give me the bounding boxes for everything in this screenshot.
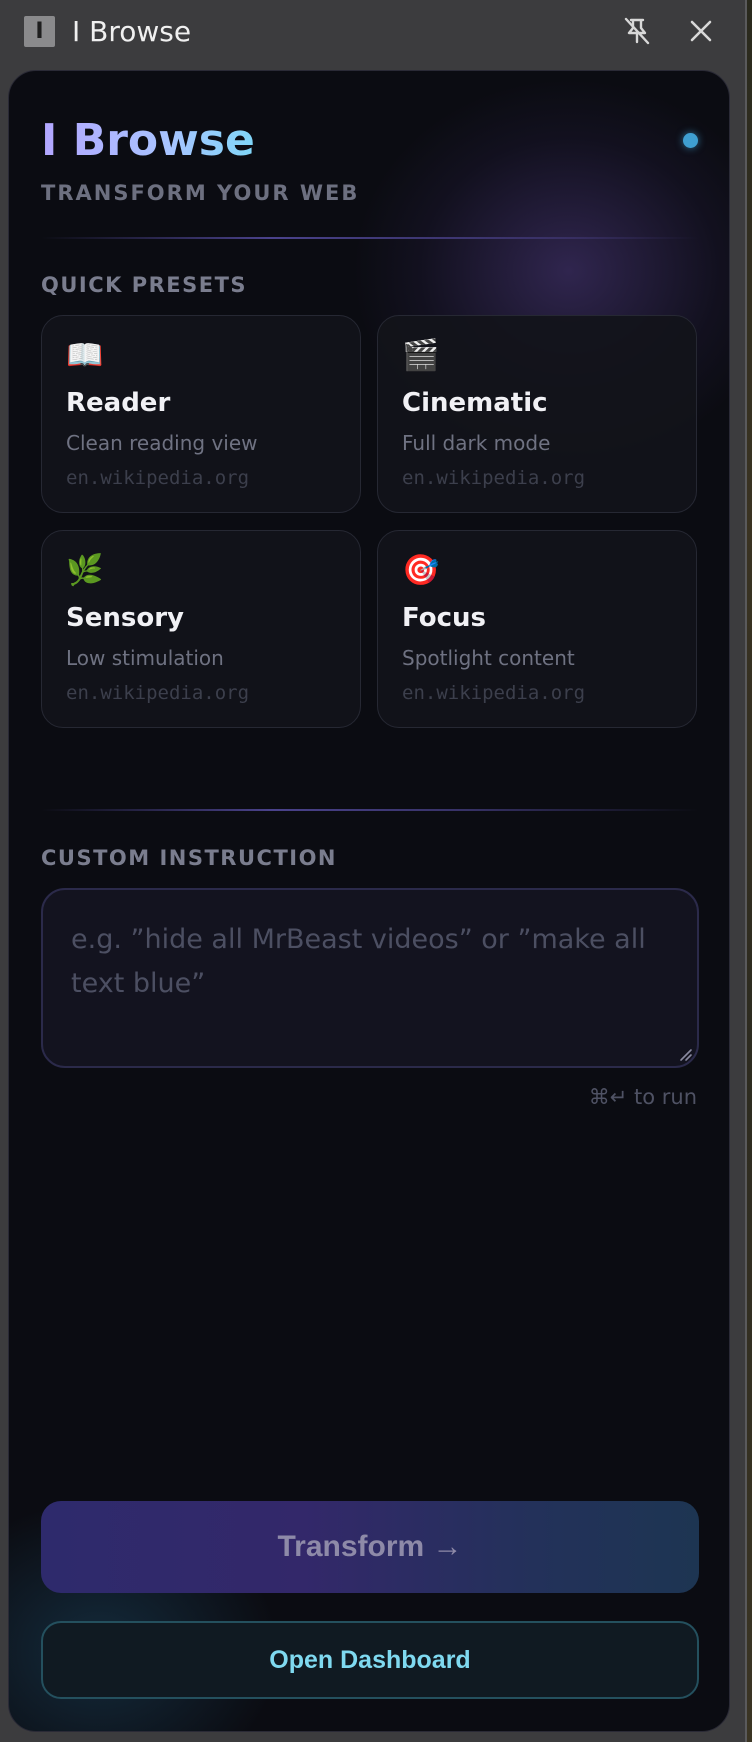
preset-host: en.wikipedia.org bbox=[402, 467, 586, 489]
preset-description: Spotlight content bbox=[402, 646, 575, 670]
preset-title: Sensory bbox=[66, 603, 184, 633]
preset-host: en.wikipedia.org bbox=[66, 467, 250, 489]
close-button[interactable] bbox=[684, 14, 718, 48]
app-window: I I Browse I Browse TRANSFORM YOUR WEB Q… bbox=[0, 0, 745, 1742]
extension-panel: I Browse TRANSFORM YOUR WEB QUICK PRESET… bbox=[8, 70, 730, 1732]
preset-host: en.wikipedia.org bbox=[66, 682, 250, 704]
herb-icon: 🌿 bbox=[66, 553, 104, 588]
preset-card-cinematic[interactable]: 🎬 Cinematic Full dark mode en.wikipedia.… bbox=[377, 315, 697, 513]
preset-description: Low stimulation bbox=[66, 646, 224, 670]
preset-description: Full dark mode bbox=[402, 431, 551, 455]
presets-label: QUICK PRESETS bbox=[41, 273, 248, 297]
clapper-board-icon: 🎬 bbox=[402, 338, 440, 373]
open-book-icon: 📖 bbox=[66, 338, 104, 373]
target-icon: 🎯 bbox=[402, 553, 440, 588]
preset-card-sensory[interactable]: 🌿 Sensory Low stimulation en.wikipedia.o… bbox=[41, 530, 361, 728]
background-window-edge bbox=[745, 0, 752, 1742]
divider bbox=[41, 809, 699, 811]
tagline: TRANSFORM YOUR WEB bbox=[41, 181, 360, 205]
custom-instruction-field bbox=[41, 888, 699, 1068]
preset-title: Focus bbox=[402, 603, 486, 633]
app-icon: I bbox=[24, 16, 55, 47]
preset-title: Reader bbox=[66, 388, 171, 418]
open-dashboard-button[interactable]: Open Dashboard bbox=[41, 1621, 699, 1699]
preset-card-focus[interactable]: 🎯 Focus Spotlight content en.wikipedia.o… bbox=[377, 530, 697, 728]
window-title: I Browse bbox=[72, 15, 192, 48]
custom-instruction-label: CUSTOM INSTRUCTION bbox=[41, 846, 338, 870]
divider bbox=[41, 237, 699, 239]
unpin-button[interactable] bbox=[620, 14, 654, 48]
status-indicator bbox=[683, 133, 698, 148]
preset-title: Cinematic bbox=[402, 388, 548, 418]
keyboard-hint: ⌘↵ to run bbox=[588, 1085, 697, 1109]
brand-title: I Browse bbox=[41, 111, 255, 171]
preset-description: Clean reading view bbox=[66, 431, 258, 455]
close-icon bbox=[690, 20, 712, 42]
preset-card-reader[interactable]: 📖 Reader Clean reading view en.wikipedia… bbox=[41, 315, 361, 513]
preset-host: en.wikipedia.org bbox=[402, 682, 586, 704]
custom-instruction-input[interactable] bbox=[43, 890, 697, 1066]
title-bar: I I Browse bbox=[0, 0, 745, 64]
resize-grip-icon[interactable] bbox=[677, 1046, 693, 1062]
unpin-icon bbox=[624, 17, 650, 45]
transform-button[interactable]: Transform → bbox=[41, 1501, 699, 1593]
